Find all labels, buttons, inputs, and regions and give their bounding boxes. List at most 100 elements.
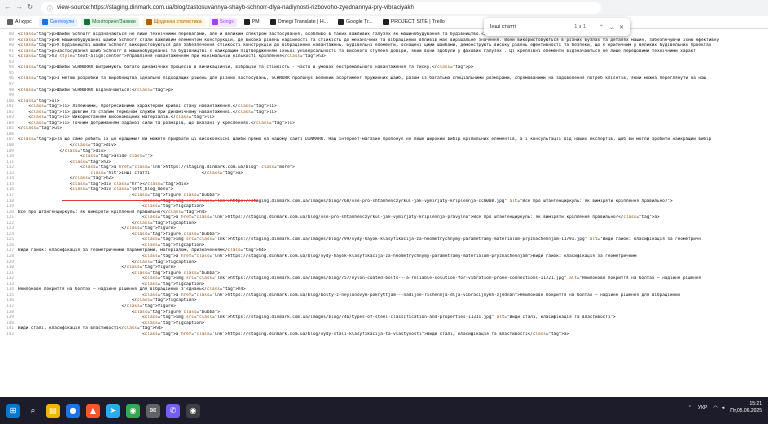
- source-view: 88 <class="tag">p>Шайби Schnorr відзначаю…: [0, 30, 768, 397]
- bookmark-item[interactable]: PM: [241, 17, 263, 27]
- url-text: view-source:https://staging.dinmark.com.…: [57, 5, 414, 11]
- viber-icon[interactable]: ✆: [166, 403, 180, 418]
- bookmark-item[interactable]: Щоденна статистика: [142, 17, 205, 27]
- bookmark-label: Omegi Translate | H...: [277, 19, 328, 25]
- line-content: class='hit'>Інші статті </class="tag">a>: [90, 170, 244, 176]
- line-content: </class="tag">figure>: [18, 265, 176, 271]
- volume-icon[interactable]: ◂: [722, 405, 725, 411]
- line-content: <class="tag">figure class="bubba">: [18, 231, 220, 237]
- line-content: <class="tag">li> Точним дотриманням зада…: [18, 120, 295, 126]
- line-content: <class="tag">figure class="bubba">: [18, 309, 220, 315]
- line-content: <class="tag">figcaption>: [18, 204, 205, 210]
- file-explorer-icon[interactable]: ▤: [46, 403, 60, 418]
- line-content: </class="tag">figure>: [18, 303, 176, 309]
- find-next-icon[interactable]: ⌄: [609, 24, 614, 31]
- find-prev-icon[interactable]: ⌃: [599, 24, 604, 31]
- bookmark-item[interactable]: Синтезули: [38, 17, 78, 27]
- line-content: <class="tag">div class="hr"></class="tag…: [18, 181, 189, 187]
- lang-indicator[interactable]: УКР: [698, 405, 707, 411]
- bookmark-label: AI курс: [15, 19, 32, 25]
- line-content: <class="tag">ul>: [18, 98, 60, 104]
- line-content: <class="tag">figure class="bubba">: [18, 192, 220, 198]
- bookmark-favicon-icon: [269, 19, 276, 25]
- bookmark-favicon-icon: [382, 19, 389, 25]
- line-content: <class="tag">p>Шайби SCHNORR® відзначают…: [18, 87, 174, 93]
- line-number: 142: [6, 331, 14, 337]
- line-content: <class="tag">a href="class='lnk'>https:/…: [18, 215, 660, 221]
- line-content: <class="tag">h2>: [18, 159, 112, 165]
- bookmark-item[interactable]: Моніторинг/Заявки: [81, 17, 139, 27]
- line-content: <class="tag">p>У будівництві шайби Schno…: [18, 43, 712, 49]
- line-content: <class="tag">div class="left_blog_menu">: [18, 187, 174, 193]
- chrome-icon[interactable]: ◉: [126, 403, 140, 418]
- line-content: </class="tag">div>: [18, 143, 117, 148]
- highlight-underline: [62, 200, 258, 201]
- find-count: 1 з 1: [574, 24, 586, 30]
- source-line: 142 <class="tag">a href="class='lnk'>htt…: [0, 332, 768, 338]
- chrome-active-icon[interactable]: ◉: [186, 403, 200, 418]
- line-content: </class="tag">figcaption>: [18, 220, 197, 226]
- start-icon[interactable]: ⊞: [6, 403, 20, 418]
- line-content: </class="tag">figure>: [18, 226, 176, 232]
- clock[interactable]: 15:21 Пт,05.06.2025: [730, 401, 762, 415]
- line-content: <class="tag">a href="class='lnk'>https:/…: [18, 331, 570, 337]
- line-content: Види гайок: класифікація за геометричним…: [18, 248, 267, 254]
- clock-date: Пт,05.06.2025: [730, 408, 762, 414]
- line-content: <class="tag">p>Застосування шайб Schnorr…: [18, 48, 696, 54]
- bookmark-label: Google Tr...: [345, 19, 373, 25]
- line-content: <class="tag">a href="class='lnk'>https:/…: [18, 254, 637, 259]
- system-tray: ⌃ УКР ◠ ◂ 15:21 Пт,05.06.2025: [688, 401, 762, 415]
- line-content: <class="tag">img src="class='lnk'>https:…: [18, 276, 702, 282]
- line-content: <class="tag">a href="class='lnk'>https:/…: [18, 292, 681, 298]
- bookmark-favicon-icon: [337, 19, 344, 25]
- forward-icon[interactable]: →: [15, 4, 23, 12]
- bookmark-favicon-icon: [211, 19, 218, 25]
- line-content: <class="tag">figure class="bubba">: [18, 270, 220, 276]
- browser-icon[interactable]: ●: [66, 403, 80, 418]
- bookmark-label: PROJECT SITE | Trello: [390, 19, 445, 25]
- close-icon[interactable]: ✕: [619, 24, 624, 31]
- line-content: <class="tag">figcaption>: [18, 320, 205, 326]
- url-input[interactable]: ⓘ view-source:https://staging.dinmark.co…: [41, 2, 601, 14]
- search-icon[interactable]: ⌕: [26, 404, 40, 418]
- line-content: <class="tag">img src="class='lnk'>https:…: [18, 237, 702, 243]
- line-content: Види сталі, класифікація та властивості<…: [18, 326, 163, 332]
- bookmark-favicon-icon: [41, 19, 48, 25]
- app-icon[interactable]: ✉: [146, 403, 160, 418]
- line-content: </class="tag">h2>: [18, 176, 114, 182]
- line-content: <class="tag">p>Та що саме робить їх це к…: [18, 137, 712, 143]
- line-content: Нейлонове покриття на болтах – надійне р…: [18, 287, 246, 293]
- find-input[interactable]: Інші статті: [490, 24, 574, 30]
- chevron-up-icon[interactable]: ⌃: [688, 405, 692, 411]
- bookmarks-bar: AI курс Синтезули Моніторинг/Заявки Щоденна…: [0, 16, 768, 29]
- bookmark-item[interactable]: Google Tr...: [335, 17, 376, 27]
- telegram-icon[interactable]: ➤: [106, 403, 120, 418]
- wifi-icon[interactable]: ◠: [713, 405, 717, 411]
- line-content: <class="tag">a href="class='lnk'>https:/…: [18, 165, 295, 171]
- bookmark-item[interactable]: Songs: [208, 17, 237, 27]
- bookmark-label: Songs: [219, 18, 234, 25]
- line-content: Все про штангенциркуль: як виміряти кріп…: [18, 209, 207, 215]
- line-content: <class="tag">p>З метою розробки та вироб…: [18, 76, 707, 82]
- line-content: <class="tag">h3 style="text-align:center…: [18, 54, 326, 60]
- back-icon[interactable]: ←: [4, 4, 12, 12]
- line-content: <class="tag">p>В машинобудуванні шайби S…: [18, 37, 720, 43]
- line-content: </class="tag">ul>: [18, 126, 62, 132]
- bookmark-favicon-icon: [243, 19, 250, 25]
- line-content: <class="tag">li> Ліпейними, прогресивним…: [18, 104, 277, 110]
- bookmark-item[interactable]: PROJECT SITE | Trello: [380, 17, 448, 27]
- line-content: <class="tag">figcaption>: [18, 281, 205, 287]
- bookmark-item[interactable]: Omegi Translate | H...: [267, 17, 331, 27]
- reload-icon[interactable]: ↻: [26, 4, 34, 12]
- line-content: <class="tag">li> Довгим та сталим термін…: [18, 109, 277, 115]
- line-content: <class="tag">p>Шайби SCHNORR® витримують…: [18, 65, 474, 71]
- line-content: </class="tag">figcaption>: [18, 259, 197, 265]
- line-content: <class="tag">aside class="">: [18, 154, 153, 160]
- bookmark-label: PM: [251, 19, 260, 25]
- bookmark-favicon-icon: [7, 19, 13, 25]
- bookmark-item[interactable]: AI курс: [4, 17, 35, 27]
- taskbar: ⊞ ⌕ ▤ ● ▲ ➤ ◉ ✉ ✆ ◉ ⌃ УКР ◠ ◂ 15:21 Пт,05.06.2025: [0, 397, 768, 424]
- info-icon[interactable]: ⓘ: [47, 4, 53, 13]
- bookmark-label: Синтезули: [49, 18, 75, 25]
- brave-icon[interactable]: ▲: [86, 403, 100, 418]
